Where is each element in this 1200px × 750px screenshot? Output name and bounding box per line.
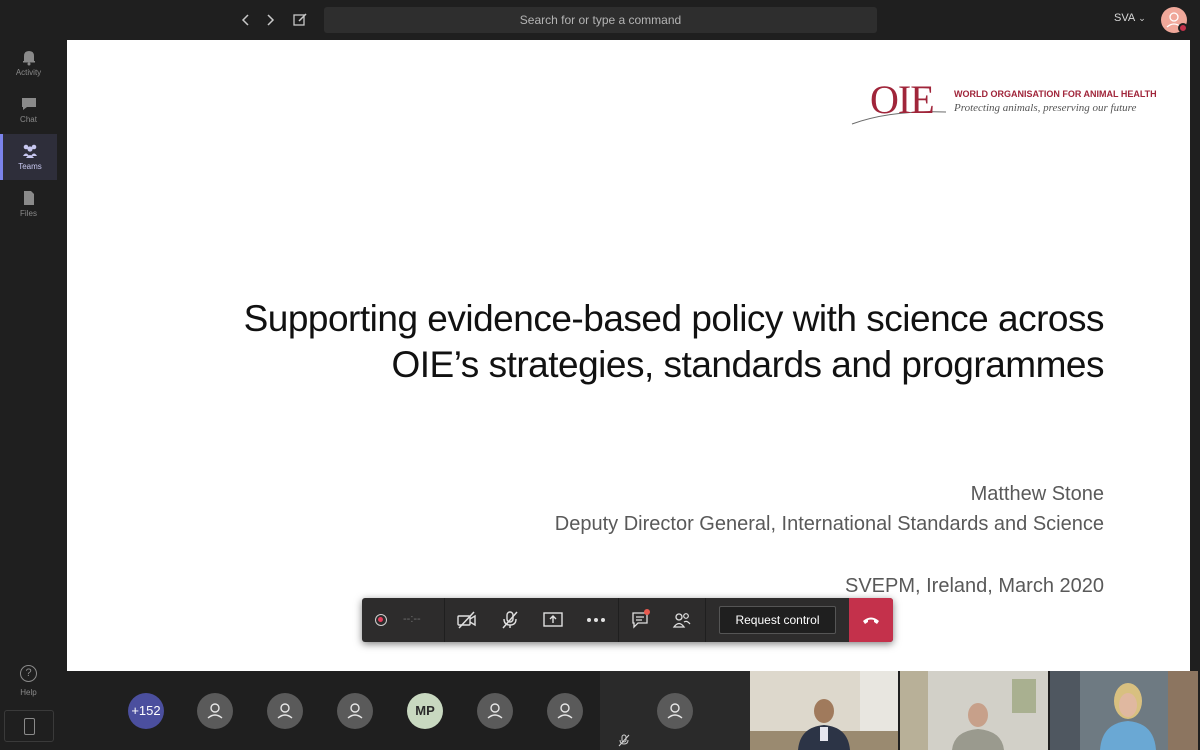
rail-item-files[interactable]: Files (0, 181, 57, 227)
participant-video (750, 671, 898, 750)
participant-avatar[interactable] (337, 693, 373, 729)
phone-icon (24, 718, 35, 735)
participant-initials-avatar[interactable]: MP (407, 693, 443, 729)
self-view-tile[interactable] (600, 671, 750, 750)
mute-button[interactable] (488, 598, 532, 642)
participant-video (900, 671, 1048, 750)
person-icon (347, 703, 363, 719)
video-tile[interactable] (1050, 671, 1198, 750)
record-icon[interactable] (375, 614, 387, 626)
help-icon: ? (20, 665, 37, 682)
people-icon (672, 613, 691, 628)
org-switcher[interactable]: SVA ⌄ (1114, 12, 1146, 24)
video-tile[interactable] (750, 671, 898, 750)
unread-badge (644, 609, 650, 615)
slide-title-line-2: OIE’s strategies, standards and programm… (391, 344, 1105, 385)
slide-title-line-1: Supporting evidence-based policy with sc… (243, 298, 1105, 339)
person-icon (487, 703, 503, 719)
mic-off-icon (618, 734, 630, 747)
org-label: SVA (1114, 12, 1136, 24)
participant-avatar[interactable] (267, 693, 303, 729)
participant-avatar[interactable] (547, 693, 583, 729)
participant-avatar[interactable] (477, 693, 513, 729)
help-button[interactable]: ? Help (0, 665, 57, 700)
status-badge (1178, 23, 1188, 33)
search-input[interactable]: Search for or type a command (324, 7, 877, 33)
chevron-down-icon: ⌄ (1138, 13, 1146, 23)
logo-org-name: WORLD ORGANISATION FOR ANIMAL HEALTH (954, 89, 1157, 99)
forward-arrow-icon[interactable] (260, 10, 280, 30)
top-bar: Search for or type a command SVA ⌄ (0, 0, 1200, 40)
divider (705, 598, 706, 642)
slide-title: Supporting evidence-based policy with sc… (144, 296, 1105, 388)
rail-item-activity[interactable]: Activity (0, 40, 57, 86)
compose-icon[interactable] (290, 10, 310, 30)
bell-icon (22, 51, 35, 66)
rail-item-label: Chat (20, 115, 37, 124)
app-rail: Activity Chat Teams Files ? Help (0, 40, 57, 750)
participant-video (1050, 671, 1198, 750)
share-screen-button[interactable] (532, 598, 574, 642)
hang-up-icon (863, 617, 879, 624)
more-participants-badge[interactable]: +152 (128, 693, 164, 729)
device-button[interactable] (4, 710, 54, 742)
shared-slide: OIE WORLD ORGANISATION FOR ANIMAL HEALTH… (67, 40, 1190, 671)
chat-button[interactable] (619, 598, 661, 642)
camera-off-icon (457, 611, 476, 629)
rail-item-label: Teams (18, 162, 42, 171)
rail-item-label: Files (20, 209, 37, 218)
rail-item-label: Activity (15, 68, 42, 77)
event-info: SVEPM, Ireland, March 2020 (844, 575, 1104, 597)
call-controls: --:-- Request control (362, 598, 893, 642)
person-icon (557, 703, 573, 719)
presenter-name: Matthew Stone (970, 483, 1104, 505)
video-tile[interactable] (900, 671, 1048, 750)
teams-meeting-window: Search for or type a command SVA ⌄ Activi… (0, 0, 1200, 750)
chat-icon (21, 98, 36, 110)
request-control-button[interactable]: Request control (719, 606, 836, 634)
more-actions-button[interactable] (574, 598, 618, 642)
teams-icon (23, 144, 37, 158)
rail-item-teams[interactable]: Teams (0, 134, 57, 180)
participant-avatar (657, 693, 693, 729)
oie-logo: OIE WORLD ORGANISATION FOR ANIMAL HEALTH… (850, 77, 1170, 128)
back-arrow-icon[interactable] (236, 10, 256, 30)
camera-off-button[interactable] (446, 598, 488, 642)
presenter-role: Deputy Director General, International S… (554, 513, 1104, 535)
participants-button[interactable] (661, 598, 703, 642)
person-icon (207, 703, 223, 719)
share-screen-icon (543, 612, 563, 627)
person-icon (667, 703, 683, 719)
call-timer: --:-- (403, 613, 421, 625)
divider (444, 598, 445, 642)
person-icon (277, 703, 293, 719)
participants-strip: +152 MP (57, 671, 1200, 750)
hang-up-button[interactable] (849, 598, 893, 642)
file-icon (23, 191, 34, 205)
more-icon (587, 618, 605, 622)
rail-item-chat[interactable]: Chat (0, 87, 57, 133)
mic-off-icon (502, 611, 518, 629)
participant-avatar[interactable] (197, 693, 233, 729)
logo-mark: OIE (870, 77, 935, 122)
help-label: Help (20, 688, 37, 697)
logo-tagline: Protecting animals, preserving our futur… (954, 102, 1137, 114)
